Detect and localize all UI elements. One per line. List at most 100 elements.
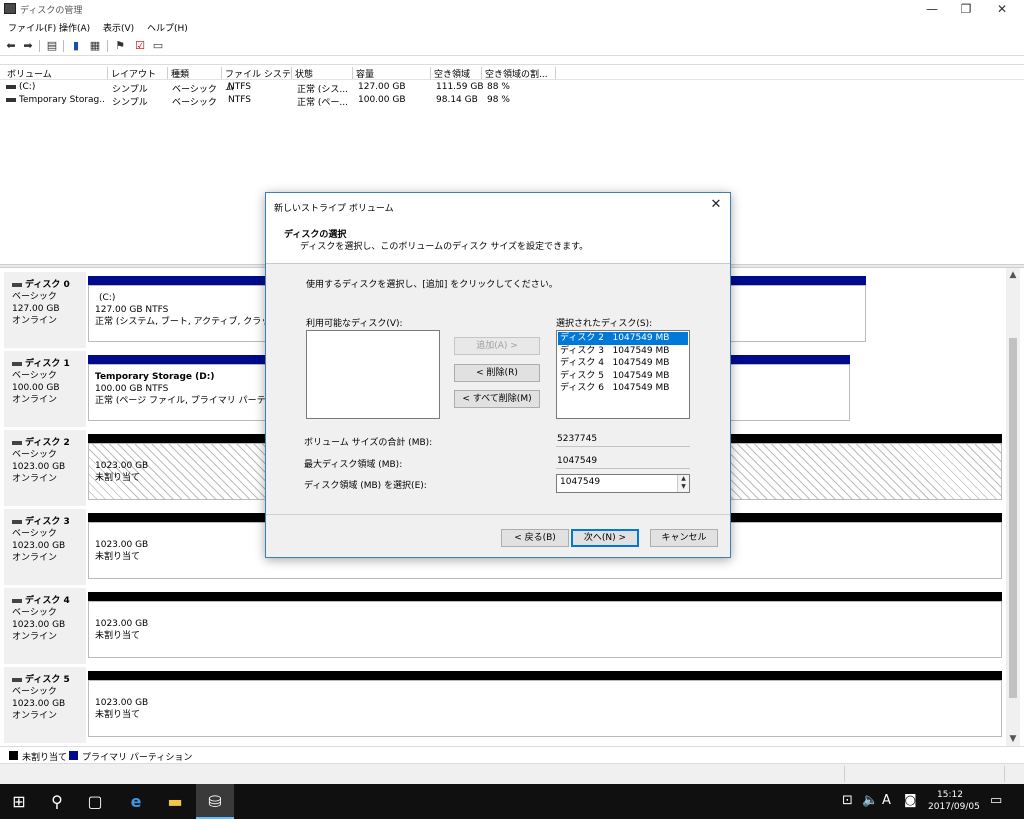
volume-drive-icon bbox=[6, 84, 16, 89]
volume-muted-icon[interactable]: 🔈 bbox=[862, 793, 878, 808]
disk-name: ディスク 1 bbox=[25, 359, 70, 369]
title-bar: ディスクの管理 — ❐ ✕ bbox=[0, 0, 1024, 18]
volume-row[interactable]: Temporary Storag... シンプル ベーシック NTFS 正常 (… bbox=[0, 95, 1024, 108]
volume-filesystem: NTFS bbox=[228, 82, 251, 92]
disk-size: 127.00 GB bbox=[12, 304, 60, 314]
scroll-down-icon[interactable]: ▼ bbox=[1006, 732, 1020, 746]
selected-disk-item[interactable]: ディスク 5 1047549 MB bbox=[558, 370, 688, 383]
minimize-button[interactable]: — bbox=[914, 0, 950, 18]
disk-size: 1023.00 GB bbox=[12, 541, 66, 551]
selected-disk-item[interactable]: ディスク 2 1047549 MB bbox=[558, 332, 688, 345]
disk-icon bbox=[12, 361, 22, 366]
column-status[interactable]: 状態 bbox=[292, 67, 353, 80]
unallocated-block[interactable]: 1023.00 GB 未割り当て bbox=[88, 667, 1002, 743]
column-layout[interactable]: レイアウト bbox=[108, 67, 168, 80]
restore-button[interactable]: ❐ bbox=[948, 0, 984, 18]
console-tree-icon[interactable]: ▤ bbox=[45, 39, 59, 52]
partition-body: 1023.00 GB 未割り当て bbox=[88, 601, 1002, 658]
scroll-thumb[interactable] bbox=[1009, 338, 1017, 698]
settings-icon[interactable]: ▭ bbox=[151, 39, 165, 52]
legend-bar: 未割り当て プライマリ パーティション bbox=[0, 746, 1024, 764]
legend-primary-label: プライマリ パーティション bbox=[82, 753, 193, 763]
available-disks-list[interactable] bbox=[306, 330, 440, 419]
file-explorer-icon[interactable]: ▬ bbox=[156, 784, 194, 819]
disk-type: ベーシック bbox=[12, 292, 57, 302]
help-icon[interactable]: ▮ bbox=[69, 39, 83, 52]
remove-button[interactable]: < 削除(R) bbox=[454, 364, 540, 382]
remove-all-button[interactable]: < すべて削除(M) bbox=[454, 390, 540, 408]
ime-toolbar-icon[interactable]: ◙ bbox=[904, 793, 917, 808]
menu-bar: ファイル(F) 操作(A) 表示(V) ヘルプ(H) bbox=[0, 18, 1024, 36]
legend-unallocated-label: 未割り当て bbox=[22, 753, 68, 763]
action-center-icon[interactable]: ▭ bbox=[990, 793, 1002, 808]
windows-start-icon[interactable]: ⊞ bbox=[0, 784, 38, 819]
ime-mode-indicator[interactable]: A bbox=[882, 793, 891, 808]
disk-name: ディスク 2 bbox=[25, 438, 70, 448]
disk-space-stepper[interactable]: 1047549 ▲ ▼ bbox=[556, 474, 690, 493]
window-title: ディスクの管理 bbox=[20, 6, 83, 16]
disk-info[interactable]: ディスク 1 ベーシック 100.00 GB オンライン bbox=[4, 351, 86, 427]
volume-row[interactable]: (C:) シンプル ベーシック NTFS 正常 (シス... 127.00 GB… bbox=[0, 82, 1024, 95]
disk-info[interactable]: ディスク 3 ベーシック 1023.00 GB オンライン bbox=[4, 509, 86, 585]
menu-help[interactable]: ヘルプ(H) bbox=[147, 21, 188, 34]
disk-info[interactable]: ディスク 4 ベーシック 1023.00 GB オンライン bbox=[4, 588, 86, 664]
column-capacity[interactable]: 容量 bbox=[353, 67, 431, 80]
disk-icon bbox=[12, 282, 22, 287]
unallocated-block[interactable]: 1023.00 GB 未割り当て bbox=[88, 588, 1002, 664]
network-icon[interactable]: ⊡ bbox=[842, 793, 853, 808]
selected-disks-list[interactable]: ディスク 2 1047549 MB ディスク 3 1047549 MB ディスク… bbox=[556, 330, 690, 419]
column-filesystem[interactable]: ファイル システム bbox=[222, 67, 292, 93]
stepper-up-icon[interactable]: ▲ bbox=[678, 475, 689, 483]
dialog-instruction: 使用するディスクを選択し、[追加] をクリックしてください。 bbox=[306, 280, 558, 290]
menu-file[interactable]: ファイル(F) bbox=[8, 21, 56, 34]
selected-disk-item[interactable]: ディスク 4 1047549 MB bbox=[558, 357, 688, 370]
task-view-icon[interactable]: ▢ bbox=[76, 784, 114, 819]
column-type[interactable]: 種類 bbox=[168, 67, 222, 80]
disk-status: オンライン bbox=[12, 474, 58, 484]
total-size-value: 5237745 bbox=[556, 433, 690, 447]
disk-info[interactable]: ディスク 5 ベーシック 1023.00 GB オンライン bbox=[4, 667, 86, 743]
disk-management-taskbar-icon[interactable]: ⛁ bbox=[196, 784, 234, 819]
partition-body: 1023.00 GB 未割り当て bbox=[88, 680, 1002, 737]
disk-row[interactable]: ディスク 4 ベーシック 1023.00 GB オンライン 1023.00 GB… bbox=[4, 588, 1004, 664]
disk-info[interactable]: ディスク 2 ベーシック 1023.00 GB オンライン bbox=[4, 430, 86, 506]
internet-explorer-icon[interactable]: e bbox=[117, 784, 155, 819]
taskbar-clock[interactable]: 15:12 2017/09/05 bbox=[928, 789, 980, 813]
back-button[interactable]: < 戻る(B) bbox=[501, 529, 569, 547]
scroll-up-icon[interactable]: ▲ bbox=[1006, 268, 1020, 282]
primary-partition-swatch bbox=[69, 751, 78, 760]
disk-name: ディスク 0 bbox=[25, 280, 70, 290]
selected-disk-item[interactable]: ディスク 3 1047549 MB bbox=[558, 345, 688, 358]
disk-info[interactable]: ディスク 0 ベーシック 127.00 GB オンライン bbox=[4, 272, 86, 348]
connect-icon[interactable]: ⚑ bbox=[113, 39, 127, 52]
toolbar: ⬅ ➡ ▤ ▮ ▦ ⚑ ☑ ▭ bbox=[0, 36, 1024, 56]
stepper-down-icon[interactable]: ▼ bbox=[678, 483, 689, 491]
cancel-button[interactable]: キャンセル bbox=[650, 529, 718, 547]
disk-management-app-icon bbox=[4, 3, 16, 14]
dialog-close-icon[interactable]: ✕ bbox=[706, 196, 726, 214]
volume-layout: シンプル bbox=[112, 98, 148, 108]
volume-capacity: 100.00 GB bbox=[358, 95, 406, 105]
disk-row[interactable]: ディスク 5 ベーシック 1023.00 GB オンライン 1023.00 GB… bbox=[4, 667, 1004, 743]
back-arrow-icon[interactable]: ⬅ bbox=[4, 39, 18, 52]
column-volume[interactable]: ボリューム bbox=[4, 67, 108, 80]
volume-name-text: (C:) bbox=[19, 82, 36, 92]
column-free-space[interactable]: 空き領域 bbox=[431, 67, 482, 80]
column-free-percent[interactable]: 空き領域の割... bbox=[482, 67, 556, 80]
selected-disk-item[interactable]: ディスク 6 1047549 MB bbox=[558, 382, 688, 395]
search-icon[interactable]: ⚲ bbox=[38, 784, 76, 819]
disk-status: オンライン bbox=[12, 395, 58, 405]
forward-arrow-icon[interactable]: ➡ bbox=[21, 39, 35, 52]
volume-type: ベーシック bbox=[172, 85, 217, 95]
next-button[interactable]: 次へ(N) > bbox=[571, 529, 639, 547]
check-icon[interactable]: ☑ bbox=[133, 39, 147, 52]
add-button[interactable]: 追加(A) > bbox=[454, 337, 540, 355]
close-button[interactable]: ✕ bbox=[984, 0, 1020, 18]
properties-icon[interactable]: ▦ bbox=[88, 39, 102, 52]
vertical-scrollbar[interactable]: ▲ ▼ bbox=[1006, 268, 1020, 746]
menu-view[interactable]: 表示(V) bbox=[103, 21, 134, 34]
max-space-value: 1047549 bbox=[556, 455, 690, 469]
disk-name: ディスク 5 bbox=[25, 675, 70, 685]
menu-action[interactable]: 操作(A) bbox=[59, 21, 90, 34]
stepper-buttons[interactable]: ▲ ▼ bbox=[677, 475, 689, 492]
